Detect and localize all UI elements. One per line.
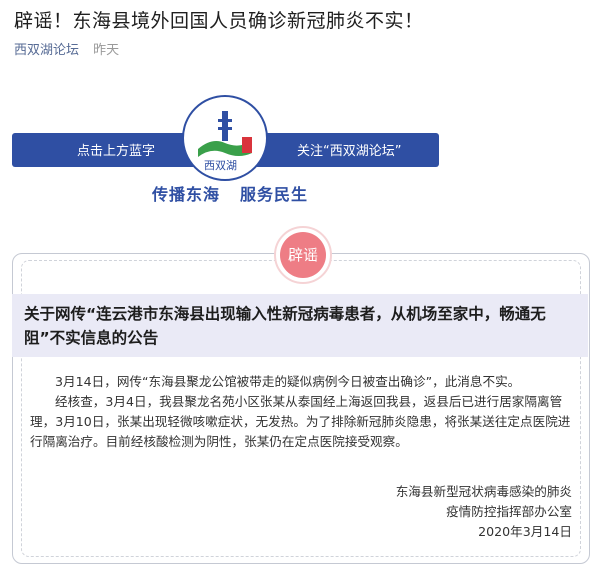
- logo-text: 西双湖: [204, 159, 237, 172]
- banner-right-text: 关注“西双湖论坛”: [297, 144, 402, 159]
- rumor-stamp-label: 辟谣: [280, 232, 326, 278]
- notice-paragraph-1: 3月14日，网传“东海县聚龙公馆被带走的疑似病例今日被查出确诊”，此消息不实。: [55, 374, 521, 389]
- signature-line-2: 疫情防控指挥部办公室: [446, 504, 572, 519]
- banner-slogan: 传播东海 服务民生: [152, 181, 308, 205]
- signature-line-1: 东海县新型冠状病毒感染的肺炎: [395, 484, 572, 499]
- notice-headline: 关于网传“连云港市东海县出现输入性新冠病毒患者，从机场至家中，畅通无阻”不实信息…: [12, 294, 588, 357]
- source-link[interactable]: 西双湖论坛: [14, 43, 79, 58]
- banner-image: 点击上方蓝字 关注“西双湖论坛” 西双湖 传播东海 服务民生: [12, 95, 439, 205]
- notice-paragraph-2: 经核查，3月4日，我县聚龙名苑小区张某从泰国经上海返回我县，返县后已进行居家隔离…: [30, 394, 571, 449]
- article-title: 辟谣！东海县境外回国人员确诊新冠肺炎不实！: [14, 10, 424, 32]
- article-meta: 西双湖论坛 昨天: [14, 42, 119, 60]
- banner-left-text: 点击上方蓝字: [77, 144, 156, 159]
- publish-time: 昨天: [93, 43, 120, 58]
- rumor-stamp: 辟谣: [274, 226, 332, 284]
- signature-date: 2020年3月14日: [478, 524, 572, 539]
- slogan-part-1: 传播东海: [152, 185, 221, 204]
- notice-signature: 东海县新型冠状病毒感染的肺炎 疫情防控指挥部办公室 2020年3月14日: [396, 482, 572, 542]
- slogan-part-2: 服务民生: [240, 185, 309, 204]
- notice-body: 3月14日，网传“东海县聚龙公馆被带走的疑似病例今日被查出确诊”，此消息不实。 …: [30, 372, 575, 452]
- forum-logo: 西双湖: [182, 95, 268, 181]
